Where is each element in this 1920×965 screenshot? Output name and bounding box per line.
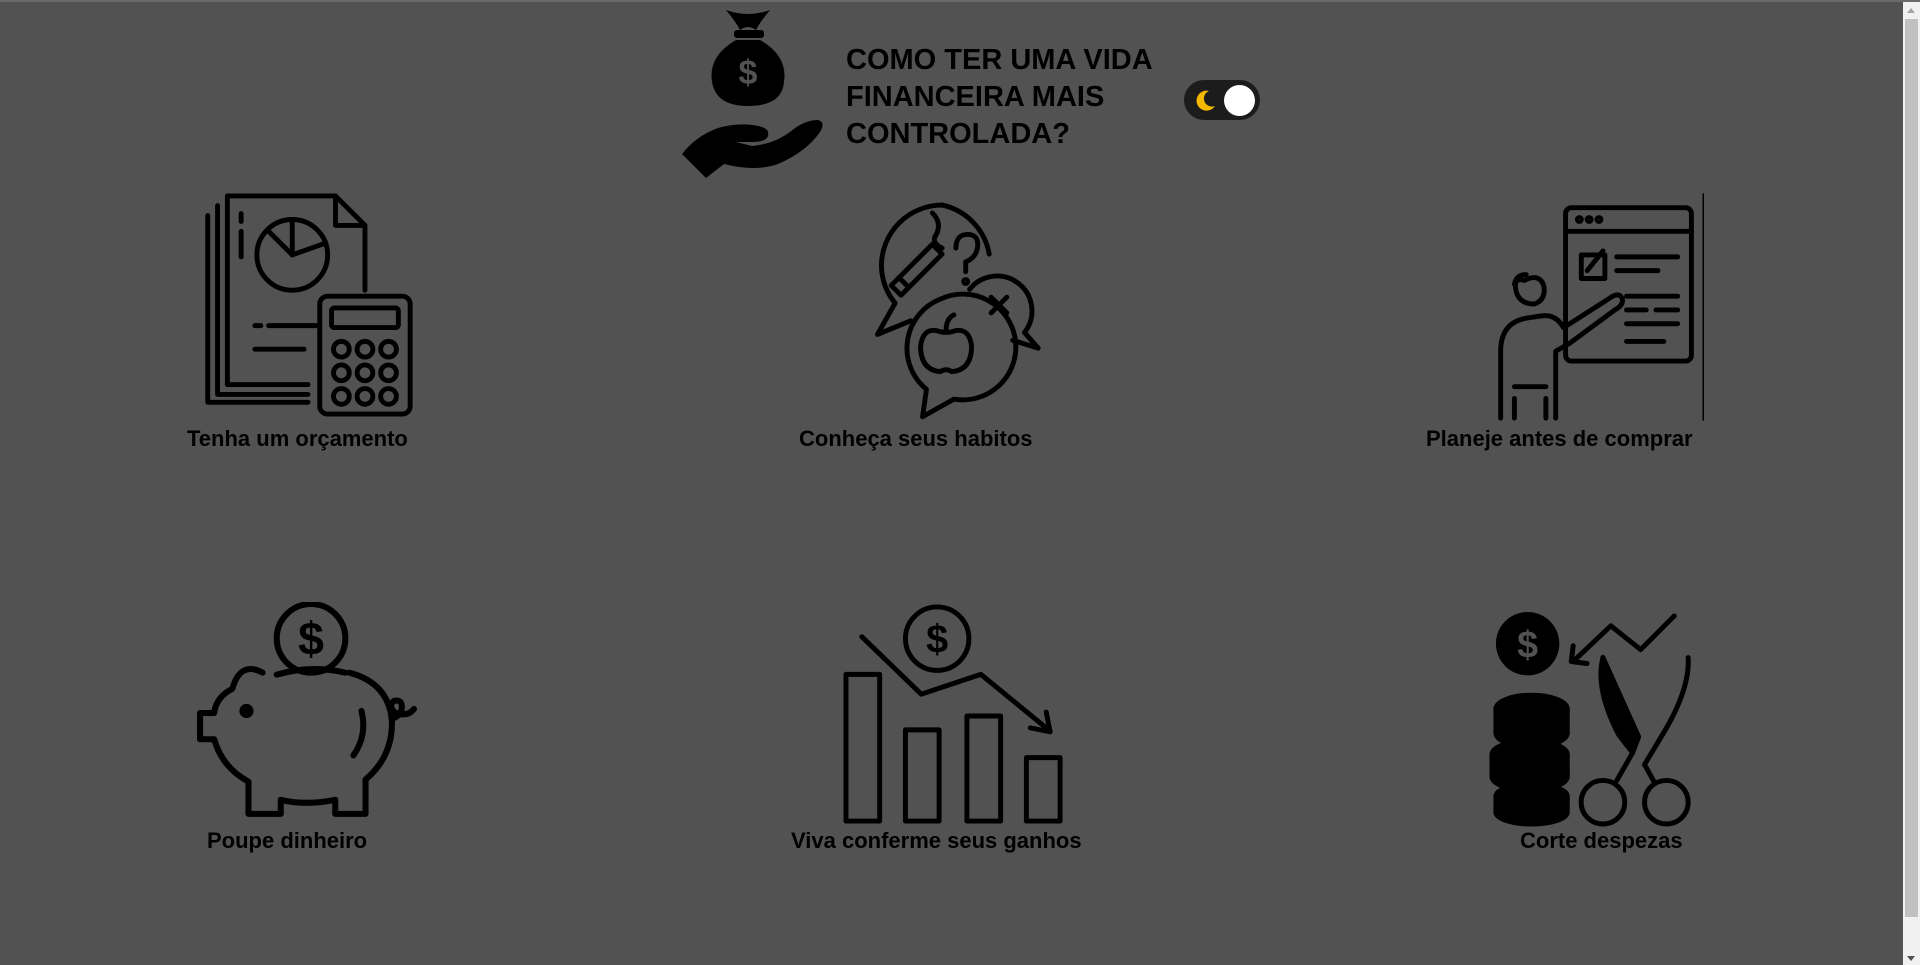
scroll-thumb[interactable]	[1905, 19, 1918, 917]
habits-speech-bubbles-icon	[875, 202, 1041, 420]
svg-text:$: $	[298, 612, 324, 664]
card-label: Viva conferme seus ganhos	[791, 828, 1082, 853]
header: $ COMO TER UMA VIDA FINANCEIRA MAIS CONT…	[678, 4, 1278, 182]
page: $ COMO TER UMA VIDA FINANCEIRA MAIS CONT…	[0, 0, 1920, 965]
planning-board-icon	[1498, 193, 1704, 421]
budget-calculator-icon	[205, 193, 413, 417]
svg-text:$: $	[739, 54, 758, 92]
cut-expenses-scissors-icon: $	[1489, 611, 1691, 827]
toggle-knob[interactable]	[1224, 85, 1255, 116]
money-bag-hand-icon: $	[682, 10, 823, 178]
card-label: Tenha um orçamento	[187, 426, 408, 451]
svg-text:$: $	[1517, 624, 1538, 666]
scroll-down-icon[interactable]	[1907, 956, 1915, 961]
card-label: Corte despezas	[1520, 828, 1683, 853]
theme-toggle[interactable]	[1184, 80, 1260, 120]
card-label: Poupe dinheiro	[207, 828, 368, 853]
card-label: Conheça seus habitos	[799, 426, 1033, 451]
page-title: COMO TER UMA VIDA FINANCEIRA MAIS CONTRO…	[846, 44, 1152, 150]
scroll-up-icon[interactable]	[1907, 8, 1915, 13]
vertical-scrollbar[interactable]	[1903, 2, 1920, 965]
piggy-bank-icon: $	[197, 602, 417, 817]
card-label: Planeje antes de comprar	[1426, 426, 1693, 451]
svg-text:$: $	[926, 618, 948, 662]
moon-icon	[1196, 90, 1215, 111]
falling-bar-chart-icon: $	[843, 604, 1063, 824]
